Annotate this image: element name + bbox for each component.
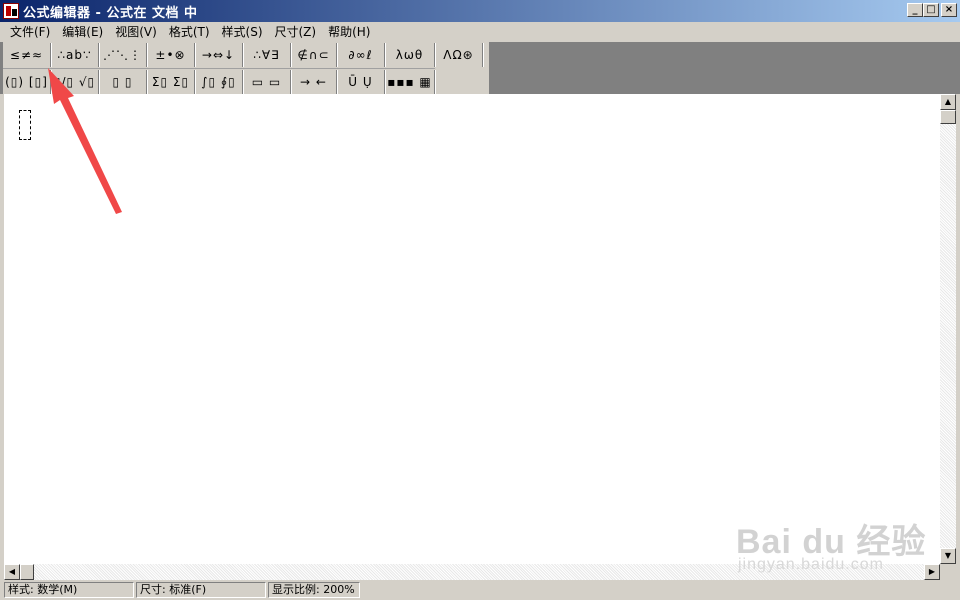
menu-format[interactable]: 格式(T)	[163, 22, 216, 42]
misc-symbols-button[interactable]: ∂∞ℓ	[337, 43, 385, 67]
symbol-palette-row: ≤≠≈ ∴ab∵ ⋰⋱⋮ ±•⊗ →⇔↓ ∴∀∃ ∉∩⊂ ∂∞ℓ λωθ ΛΩ⊛	[3, 42, 483, 68]
spaces-ellipses-button[interactable]: ∴ab∵	[51, 43, 99, 67]
labeled-arrow-templates-button[interactable]: → ←	[291, 69, 337, 94]
scroll-left-button[interactable]: ◀	[4, 564, 20, 580]
fence-templates-button[interactable]: (▯) [▯]	[3, 69, 51, 94]
status-bar: 样式: 数学(M) 尺寸: 标准(F) 显示比例: 200%	[0, 580, 960, 600]
scrollbar-corner	[940, 564, 956, 580]
set-theory-symbols-button[interactable]: ∉∩⊂	[291, 43, 337, 67]
embellishments-button[interactable]: ⋰⋱⋮	[99, 43, 147, 67]
menu-size[interactable]: 尺寸(Z)	[269, 22, 323, 42]
vertical-scroll-thumb[interactable]	[940, 110, 956, 124]
equation-editing-area[interactable]	[4, 94, 940, 564]
status-style: 样式: 数学(M)	[4, 582, 134, 598]
maximize-button[interactable]: □	[923, 3, 939, 17]
greek-lowercase-button[interactable]: λωθ	[385, 43, 435, 67]
vertical-scrollbar[interactable]: ▲ ▼	[940, 94, 956, 564]
arrow-symbols-button[interactable]: →⇔↓	[195, 43, 243, 67]
horizontal-scroll-thumb[interactable]	[20, 564, 34, 580]
scroll-up-button[interactable]: ▲	[940, 94, 956, 110]
fraction-radical-templates-button[interactable]: ▯/▯ √▯	[51, 69, 99, 94]
watermark-url: jingyan.baidu.com	[738, 556, 884, 573]
menu-view[interactable]: 视图(V)	[109, 22, 163, 42]
equation-slot[interactable]	[19, 110, 31, 140]
menu-file[interactable]: 文件(F)	[4, 22, 56, 42]
close-button[interactable]: ×	[941, 3, 957, 17]
status-zoom: 显示比例: 200%	[268, 582, 360, 598]
baidu-watermark: Bai du 经验 jingyan.baidu.com	[736, 514, 936, 580]
summation-templates-button[interactable]: Σ▯ Σ▯	[147, 69, 195, 94]
integral-templates-button[interactable]: ∫▯ ∮▯	[195, 69, 243, 94]
menu-edit[interactable]: 编辑(E)	[56, 22, 109, 42]
underbar-overbar-templates-button[interactable]: ▭ ▭	[243, 69, 291, 94]
subscript-superscript-templates-button[interactable]: ▯ ▯	[99, 69, 147, 94]
greek-uppercase-button[interactable]: ΛΩ⊛	[435, 43, 483, 67]
menu-style[interactable]: 样式(S)	[216, 22, 269, 42]
app-icon[interactable]	[3, 3, 19, 19]
matrix-templates-button[interactable]: ▪▪▪ ▦	[385, 69, 435, 94]
minimize-button[interactable]: _	[907, 3, 923, 17]
toolbar-area: ≤≠≈ ∴ab∵ ⋰⋱⋮ ±•⊗ →⇔↓ ∴∀∃ ∉∩⊂ ∂∞ℓ λωθ ΛΩ⊛…	[0, 42, 960, 94]
title-bar[interactable]: 公式编辑器 - 公式在 文档 中 _ □ ×	[0, 0, 960, 22]
logical-symbols-button[interactable]: ∴∀∃	[243, 43, 291, 67]
menu-bar: 文件(F) 编辑(E) 视图(V) 格式(T) 样式(S) 尺寸(Z) 帮助(H…	[0, 22, 960, 42]
menu-help[interactable]: 帮助(H)	[322, 22, 376, 42]
scroll-down-button[interactable]: ▼	[940, 548, 956, 564]
status-size: 尺寸: 标准(F)	[136, 582, 266, 598]
operator-symbols-button[interactable]: ±•⊗	[147, 43, 195, 67]
product-set-templates-button[interactable]: Ū Ụ	[337, 69, 385, 94]
symbol-palette: ≤≠≈ ∴ab∵ ⋰⋱⋮ ±•⊗ →⇔↓ ∴∀∃ ∉∩⊂ ∂∞ℓ λωθ ΛΩ⊛…	[3, 42, 489, 94]
window-controls: _ □ ×	[907, 3, 957, 17]
template-palette-row: (▯) [▯] ▯/▯ √▯ ▯ ▯ Σ▯ Σ▯ ∫▯ ∮▯ ▭ ▭ → ← Ū…	[3, 68, 435, 94]
window-title: 公式编辑器 - 公式在 文档 中	[23, 5, 198, 21]
relational-symbols-button[interactable]: ≤≠≈	[3, 43, 51, 67]
